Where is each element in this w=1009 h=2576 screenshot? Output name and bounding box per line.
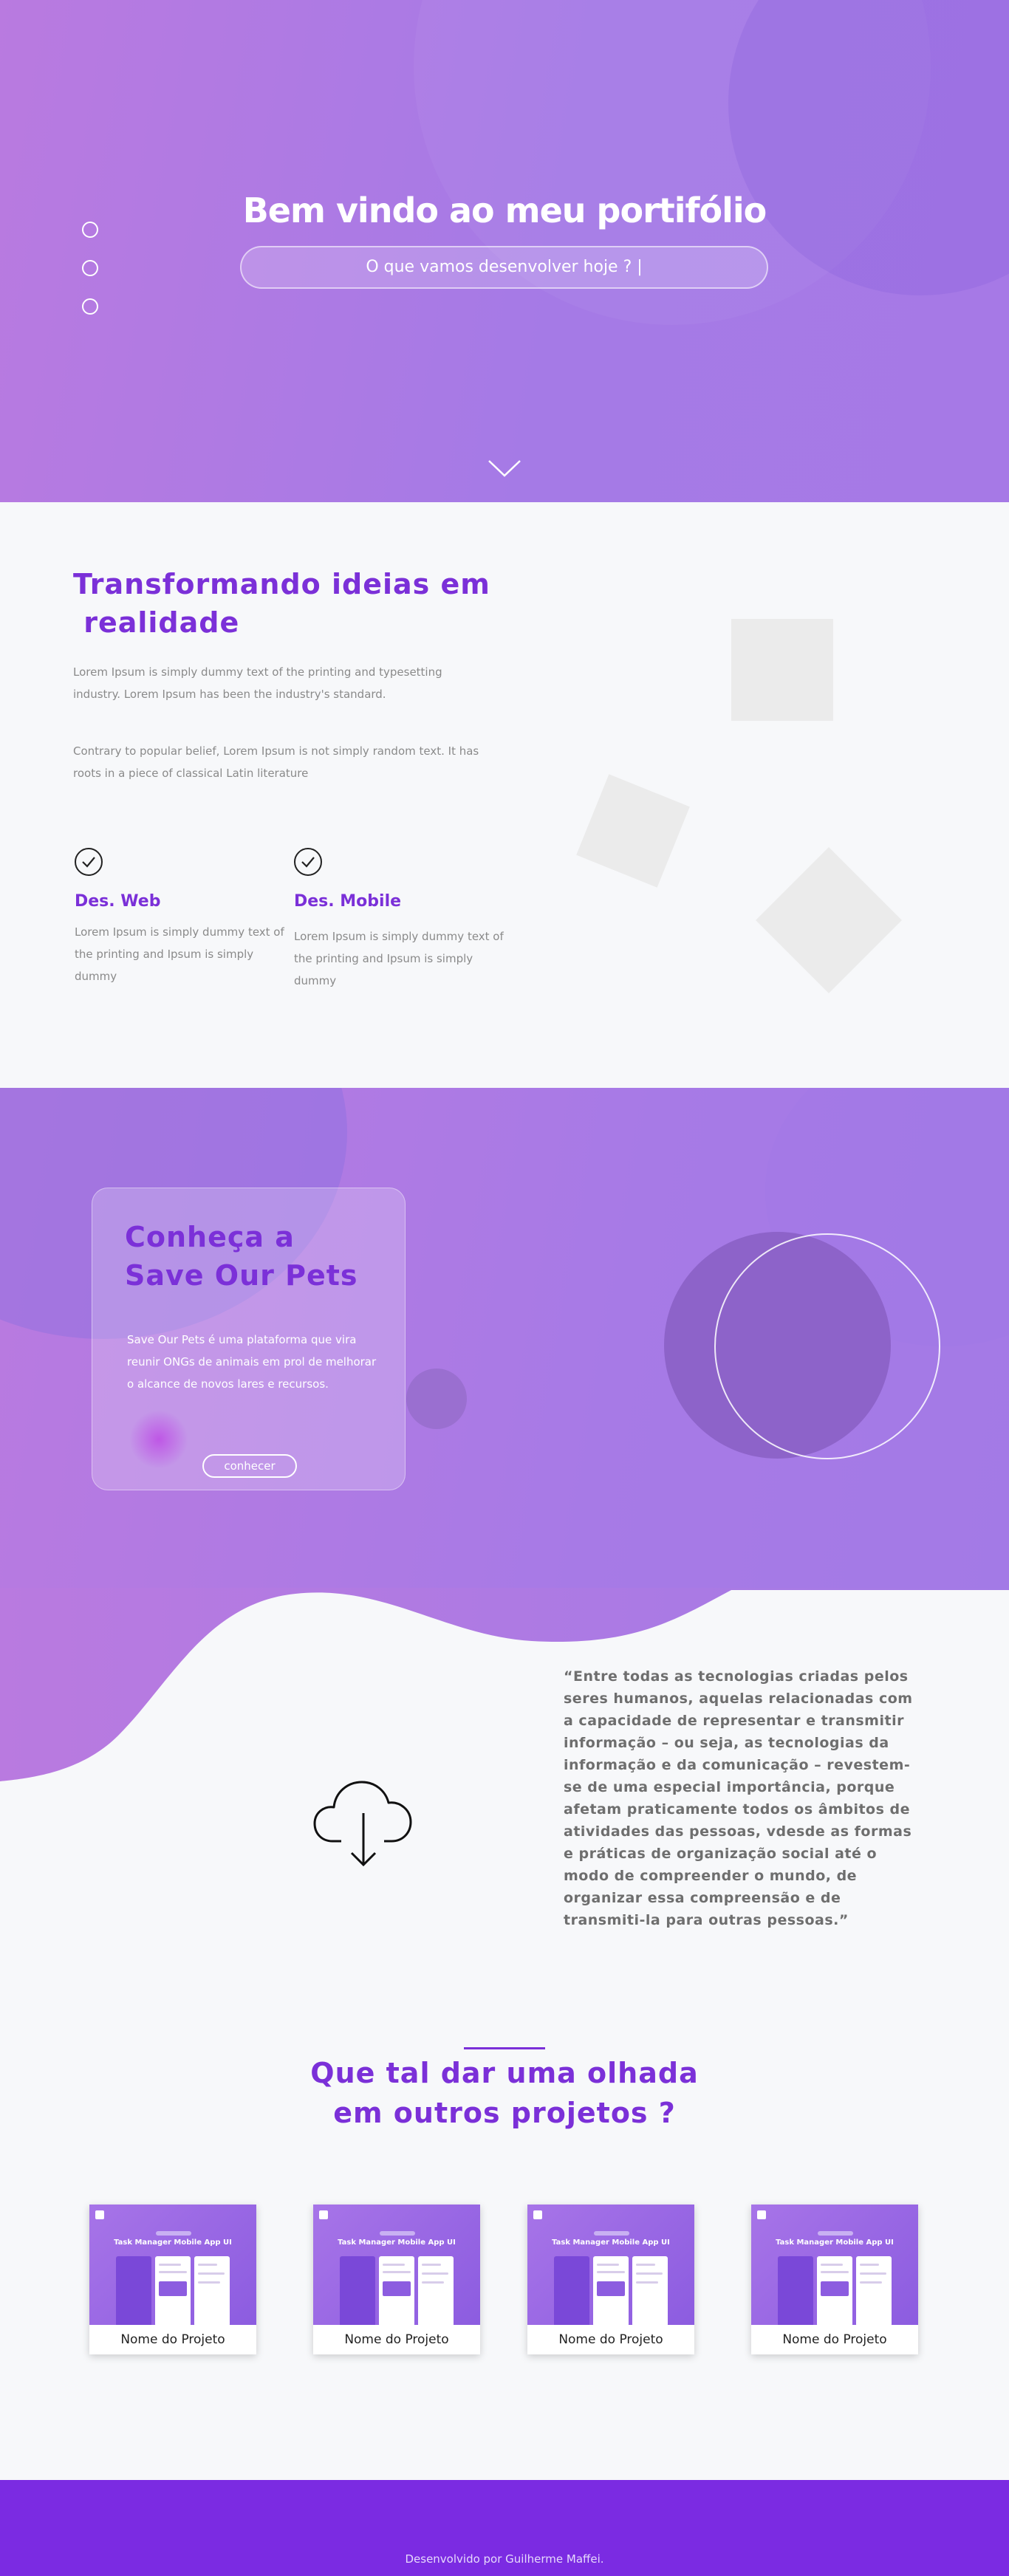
decorative-square xyxy=(576,774,690,888)
check-circle-icon xyxy=(294,848,322,876)
cloud-download-icon xyxy=(313,1781,412,1867)
section-divider xyxy=(464,2047,545,2049)
project-thumbnail: Task Manager Mobile App UI xyxy=(751,2205,918,2325)
thumbnail-phone xyxy=(379,2256,414,2325)
featured-project-card: Conheça a Save Our Pets Save Our Pets é … xyxy=(92,1188,406,1490)
hero-section: Bem vindo ao meu portifólio O que vamos … xyxy=(0,0,1009,502)
featured-project-title: Conheça a Save Our Pets xyxy=(125,1221,358,1292)
thumbnail-title: Task Manager Mobile App UI xyxy=(552,2238,670,2247)
hero-slide-nav xyxy=(82,222,98,315)
thumbnail-phone xyxy=(554,2256,589,2325)
projects-title: Que tal dar uma olhada em outros projeto… xyxy=(310,2057,699,2129)
project-card[interactable]: Task Manager Mobile App UI Nome do Proje… xyxy=(751,2205,918,2354)
hero-typing-field[interactable]: O que vamos desenvolver hoje ? | xyxy=(240,246,768,289)
project-card[interactable]: Task Manager Mobile App UI Nome do Proje… xyxy=(313,2205,480,2354)
thumbnail-badge xyxy=(818,2231,853,2236)
about-title: Transformando ideias em realidade xyxy=(73,568,490,639)
thumbnail-title: Task Manager Mobile App UI xyxy=(338,2238,456,2247)
decorative-glow xyxy=(129,1410,188,1469)
decorative-dot xyxy=(406,1368,467,1429)
skill-mobile: Des. Mobile Lorem Ipsum is simply dummy … xyxy=(294,848,508,992)
thumbnail-phone xyxy=(593,2256,629,2325)
footer: Desenvolvido por Guilherme Maffei. xyxy=(0,2480,1009,2576)
project-thumbnail: Task Manager Mobile App UI xyxy=(89,2205,256,2325)
hero-title: Bem vindo ao meu portifólio xyxy=(242,191,767,230)
about-paragraph-1: Lorem Ipsum is simply dummy text of the … xyxy=(73,665,442,701)
thumbnail-phone xyxy=(194,2256,230,2325)
thumbnail-phone xyxy=(778,2256,813,2325)
chevron-down-icon[interactable] xyxy=(488,459,521,479)
skill-text: Lorem Ipsum is simply dummy text of the … xyxy=(294,930,504,987)
thumbnail-badge xyxy=(380,2231,415,2236)
project-name: Nome do Projeto xyxy=(782,2332,887,2347)
thumbnail-phone xyxy=(817,2256,852,2325)
hero-nav-dot-3[interactable] xyxy=(82,298,98,315)
thumbnail-badge xyxy=(156,2231,191,2236)
thumbnail-title: Task Manager Mobile App UI xyxy=(776,2238,894,2247)
project-card[interactable]: Task Manager Mobile App UI Nome do Proje… xyxy=(89,2205,256,2354)
logo-icon xyxy=(319,2210,328,2219)
logo-icon xyxy=(95,2210,104,2219)
thumbnail-phone xyxy=(155,2256,191,2325)
project-name: Nome do Projeto xyxy=(344,2332,449,2347)
skill-text: Lorem Ipsum is simply dummy text of the … xyxy=(75,925,284,983)
project-thumbnail: Task Manager Mobile App UI xyxy=(527,2205,694,2325)
thumbnail-badge xyxy=(594,2231,629,2236)
thumbnail-phone xyxy=(632,2256,668,2325)
skill-title: Des. Mobile xyxy=(294,892,402,911)
project-name: Nome do Projeto xyxy=(558,2332,663,2347)
conhecer-button[interactable]: conhecer xyxy=(202,1454,297,1478)
logo-icon xyxy=(757,2210,766,2219)
decorative-ring xyxy=(714,1233,940,1459)
project-card[interactable]: Task Manager Mobile App UI Nome do Proje… xyxy=(527,2205,694,2354)
thumbnail-phone xyxy=(418,2256,454,2325)
hero-nav-dot-2[interactable] xyxy=(82,260,98,276)
featured-project-description: Save Our Pets é uma plataforma que vira … xyxy=(127,1333,377,1391)
footer-credit: Desenvolvido por Guilherme Maffei. xyxy=(405,2552,604,2566)
project-thumbnail: Task Manager Mobile App UI xyxy=(313,2205,480,2325)
quote-text: “Entre todas as tecnologias criadas pelo… xyxy=(564,1668,913,1928)
thumbnail-phone xyxy=(340,2256,375,2325)
decorative-square xyxy=(731,619,833,721)
skill-web: Des. Web Lorem Ipsum is simply dummy tex… xyxy=(75,848,289,987)
check-circle-icon xyxy=(75,848,103,876)
decorative-square xyxy=(756,847,902,993)
skill-title: Des. Web xyxy=(75,892,161,911)
featured-project-section: Conheça a Save Our Pets Save Our Pets é … xyxy=(0,1088,1009,1590)
about-paragraph-2: Contrary to popular belief, Lorem Ipsum … xyxy=(73,744,479,780)
thumbnail-phone xyxy=(116,2256,151,2325)
thumbnail-phone xyxy=(856,2256,892,2325)
logo-icon xyxy=(533,2210,542,2219)
project-name: Nome do Projeto xyxy=(120,2332,225,2347)
thumbnail-title: Task Manager Mobile App UI xyxy=(114,2238,232,2247)
